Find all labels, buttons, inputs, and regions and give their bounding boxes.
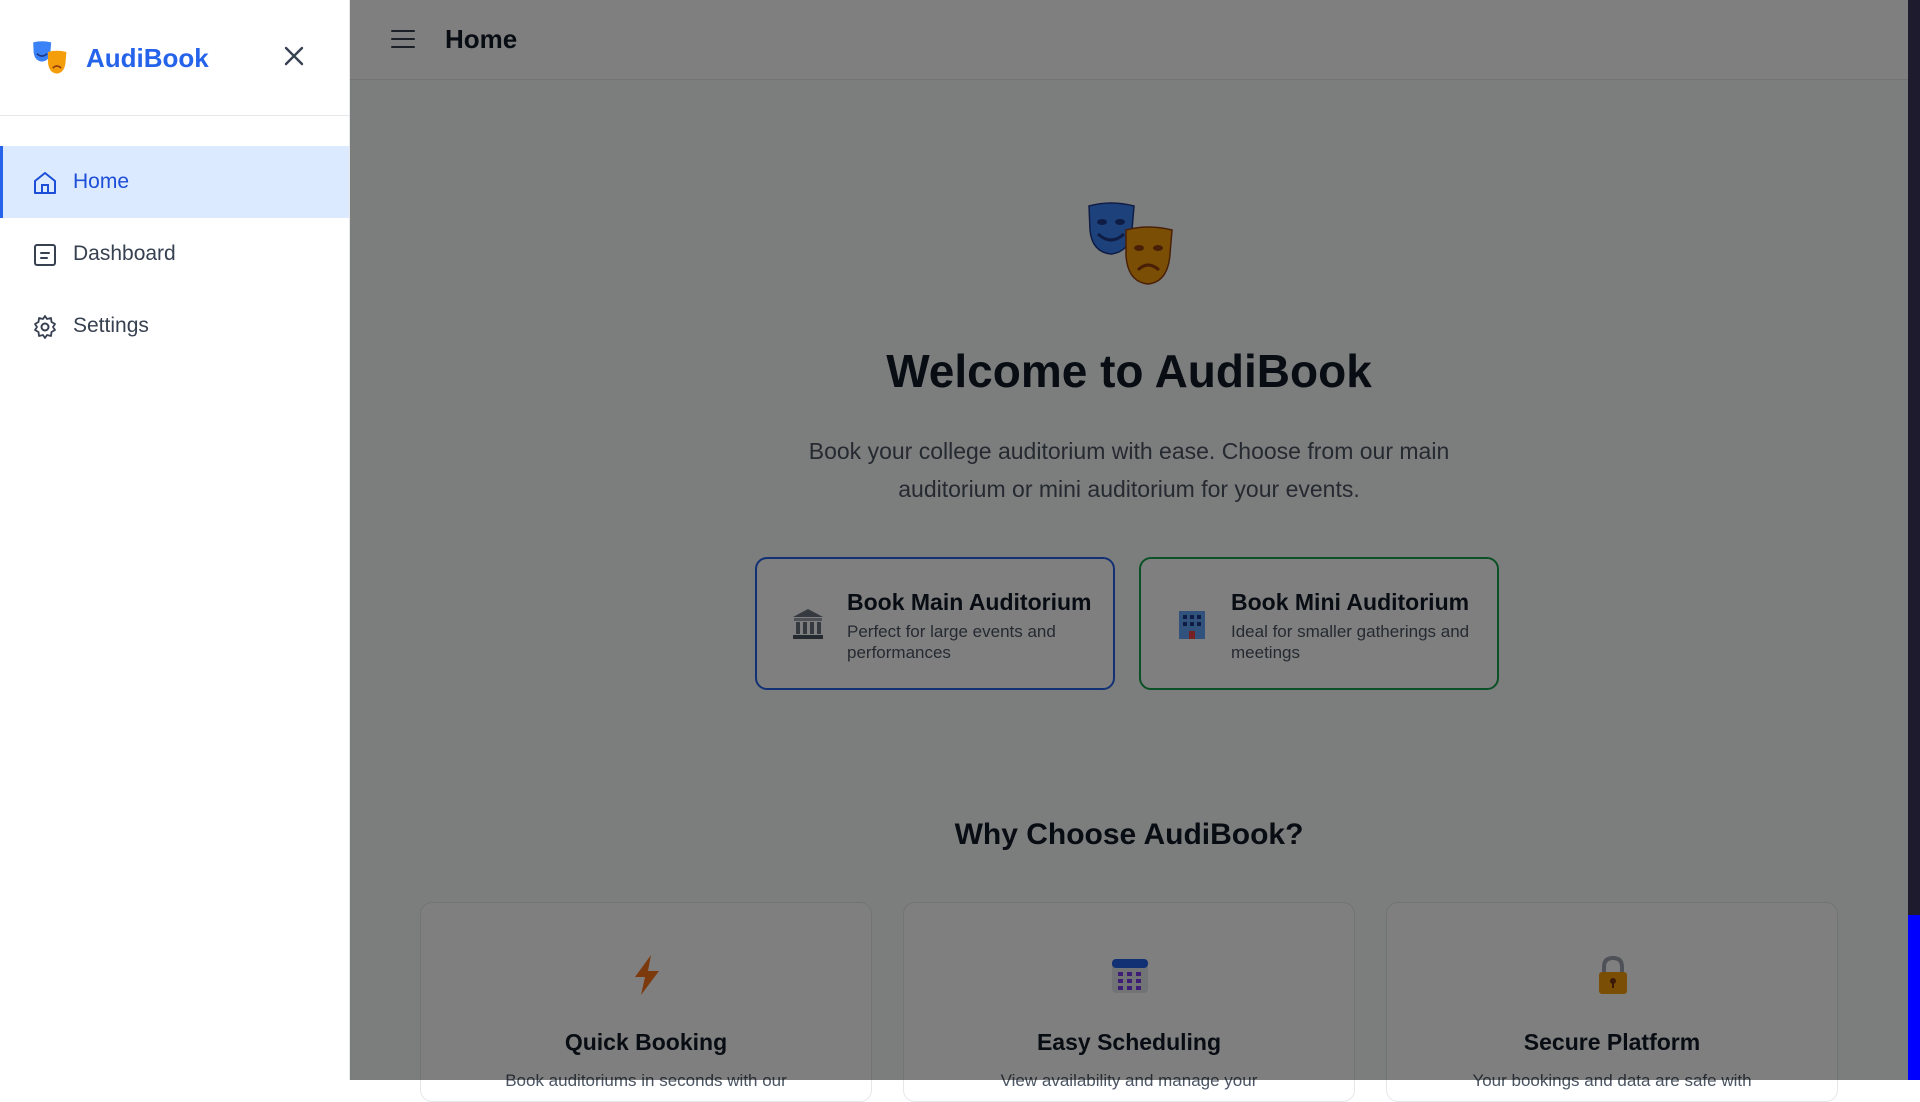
sidebar-item-label: Home [73, 170, 130, 193]
dashboard-icon [34, 244, 56, 266]
sidebar-item-home[interactable]: Home [0, 146, 349, 218]
scrollbar-thumb[interactable] [1908, 915, 1920, 1080]
sidebar-item-dashboard[interactable]: Dashboard [0, 218, 349, 290]
sidebar-item-label: Settings [73, 314, 149, 337]
close-icon[interactable] [280, 42, 308, 70]
sidebar-item-label: Dashboard [73, 242, 176, 265]
gear-icon [34, 315, 56, 339]
brand-name: AudiBook [86, 43, 209, 73]
sidebar-header: AudiBook [0, 0, 349, 116]
page-scrollbar[interactable] [1908, 0, 1920, 1080]
sidebar-item-settings[interactable]: Settings [0, 290, 349, 362]
theater-masks-icon [33, 41, 67, 74]
sidebar: AudiBook Home Dashboard Settings [0, 0, 350, 1080]
home-icon [34, 172, 56, 194]
